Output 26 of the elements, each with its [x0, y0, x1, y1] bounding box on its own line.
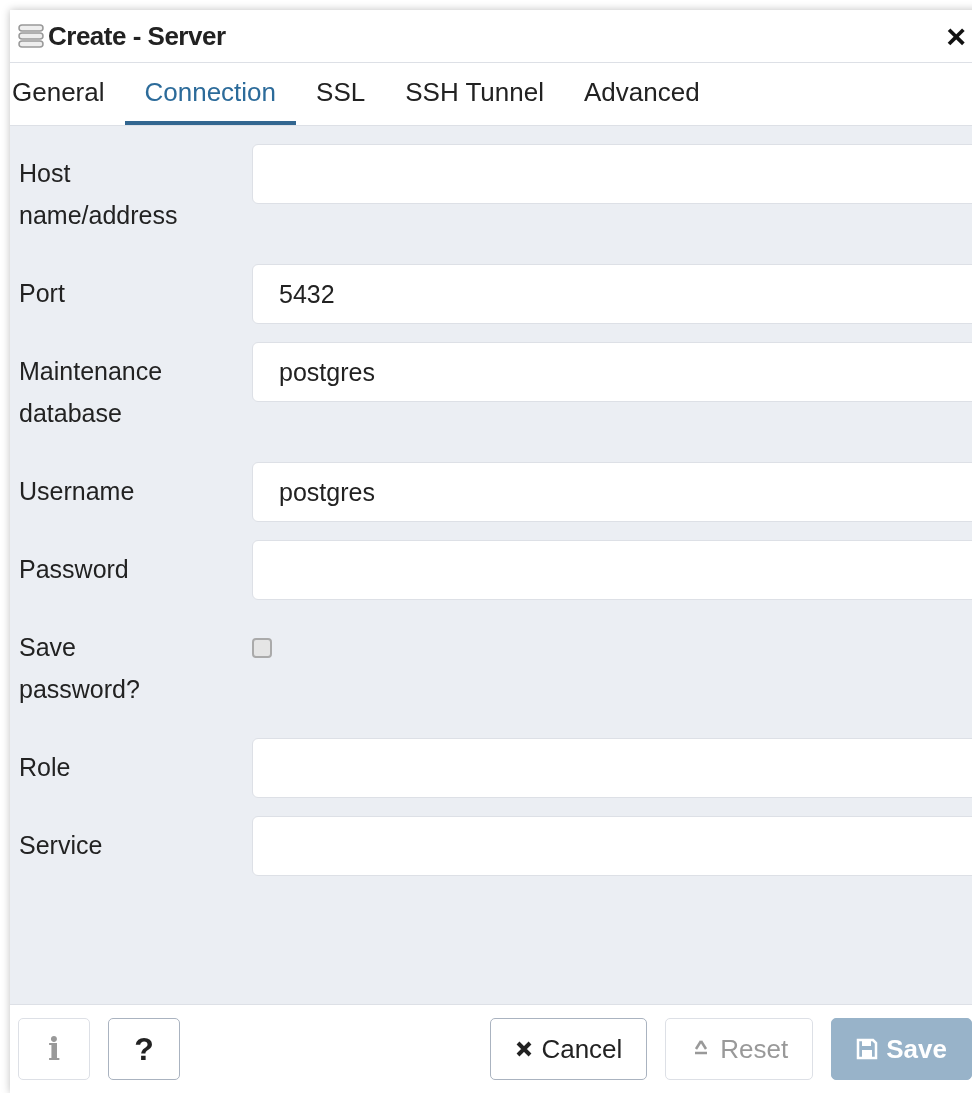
tab[interactable]: SSL [296, 63, 386, 125]
cancel-button[interactable]: Cancel [490, 1018, 648, 1080]
field-label: Port [18, 278, 66, 309]
field-label: Host name/address [18, 158, 179, 231]
tab[interactable]: Advanced [563, 63, 720, 125]
input-field[interactable]: 5432 [252, 264, 972, 324]
tab[interactable]: SSH Tunnel [385, 63, 564, 125]
checkbox[interactable] [252, 638, 272, 658]
field-label: Save password? [18, 632, 141, 705]
tab[interactable]: General [10, 63, 125, 125]
input-field[interactable] [252, 738, 972, 798]
input-field[interactable] [252, 540, 972, 600]
input-field[interactable] [252, 816, 972, 876]
input-field[interactable] [252, 144, 972, 204]
window-title: Create - Server [48, 20, 226, 52]
help-button[interactable]: ? [108, 1018, 180, 1080]
field-label: Maintenance database [18, 356, 164, 429]
field-label: Role [18, 752, 72, 783]
field-label: Service [18, 830, 104, 861]
input-field[interactable]: postgres [252, 342, 972, 402]
field-label: Username [18, 476, 136, 507]
field-label: Password [18, 554, 130, 585]
server-icon [18, 24, 44, 48]
input-field[interactable]: postgres [252, 462, 972, 522]
close-button[interactable]: × [946, 16, 966, 56]
close-icon [515, 1040, 534, 1058]
